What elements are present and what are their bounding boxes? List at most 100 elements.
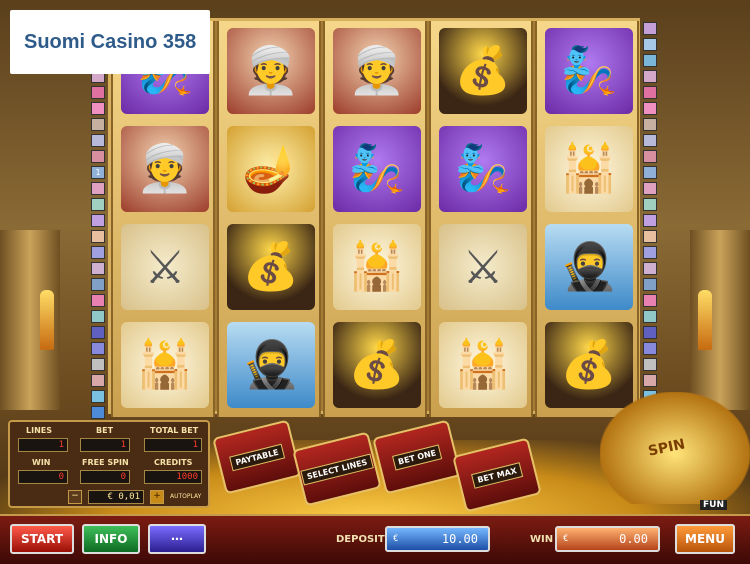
autoplay-button[interactable]: AUTOPLAY <box>170 493 201 500</box>
menu-button[interactable]: MENU <box>675 524 735 554</box>
site-badge: Suomi Casino 358 <box>10 10 210 74</box>
payline-indicator[interactable] <box>643 214 657 227</box>
payline-indicator[interactable] <box>643 262 657 275</box>
reel-cell: 👳 <box>329 23 425 118</box>
credits-value: 1000 <box>144 470 202 484</box>
reel-cell: 🕌 <box>117 317 213 412</box>
payline-indicator[interactable] <box>91 358 105 371</box>
payline-indicator[interactable] <box>643 198 657 211</box>
bet-label: BET <box>96 426 114 435</box>
payline-indicators-left[interactable]: 1 <box>91 22 105 422</box>
bet-one-label: BET ONE <box>391 443 443 471</box>
bottom-win-label: WIN <box>530 534 554 545</box>
gold-symbol-icon: 💰 <box>227 223 315 310</box>
payline-indicator[interactable] <box>91 246 105 259</box>
reel-cell: 🥷 <box>541 219 637 314</box>
gold-symbol-icon: 💰 <box>439 27 527 114</box>
payline-indicator[interactable] <box>91 118 105 131</box>
payline-indicator[interactable] <box>91 102 105 115</box>
payline-indicator[interactable] <box>91 150 105 163</box>
payline-indicator[interactable] <box>643 358 657 371</box>
payline-indicators-right[interactable] <box>643 22 657 422</box>
payline-indicator[interactable] <box>91 262 105 275</box>
lines-label: LINES <box>26 426 52 435</box>
payline-indicator[interactable] <box>91 198 105 211</box>
payline-indicator[interactable] <box>643 38 657 51</box>
paytable-label: PAYTABLE <box>228 443 286 471</box>
payline-indicator[interactable] <box>91 406 105 419</box>
payline-indicator[interactable] <box>91 390 105 403</box>
lines-menu-button[interactable]: ⋯ <box>148 524 206 554</box>
bet-info-panel: LINES 1 BET 1 TOTAL BET 1 WIN 0 FREE SPI… <box>8 420 210 508</box>
payline-indicator[interactable] <box>643 326 657 339</box>
total-bet-value: 1 <box>144 438 202 452</box>
payline-indicator[interactable] <box>91 230 105 243</box>
coin-plus-button[interactable]: + <box>150 490 164 504</box>
palace-symbol-icon: 🕌 <box>333 223 421 310</box>
reel-area: 🧞👳⚔🕌👳🪔💰🥷👳🧞🕌💰💰🧞⚔🕌🧞🕌🥷💰 <box>108 18 640 417</box>
bottom-win-value: 0.00 <box>619 532 648 546</box>
payline-indicator[interactable] <box>643 230 657 243</box>
payline-indicator[interactable] <box>91 278 105 291</box>
win-currency: € <box>563 534 569 544</box>
payline-indicator[interactable] <box>91 374 105 387</box>
payline-indicator[interactable]: 1 <box>91 166 105 179</box>
payline-indicator[interactable] <box>91 326 105 339</box>
reel-cell: 👳 <box>117 121 213 216</box>
payline-indicator[interactable] <box>643 278 657 291</box>
payline-indicator[interactable] <box>91 134 105 147</box>
sultan-symbol-icon: 👳 <box>121 125 209 212</box>
payline-indicator[interactable] <box>643 102 657 115</box>
payline-indicator[interactable] <box>643 150 657 163</box>
payline-indicator[interactable] <box>91 310 105 323</box>
payline-indicator[interactable] <box>643 70 657 83</box>
reel-cell: 👳 <box>223 23 319 118</box>
reel-3: 👳 🧞 🕌 💰 <box>323 21 427 417</box>
payline-indicator[interactable] <box>643 22 657 35</box>
swords-symbol-icon: ⚔ <box>121 223 209 310</box>
payline-indicator[interactable] <box>643 342 657 355</box>
right-torch-icon <box>698 290 712 350</box>
payline-indicator[interactable] <box>643 310 657 323</box>
reel-cell: ⚔ <box>435 219 531 314</box>
coin-value: € 0,01 <box>88 490 144 504</box>
free-spin-label: FREE SPIN <box>82 458 129 467</box>
credits-label: CREDITS <box>154 458 193 467</box>
game-stage: 1 🧞👳⚔🕌👳🪔💰🥷👳🧞🕌💰💰🧞⚔🕌🧞🕌🥷💰 Suomi Casino 358 … <box>0 0 750 564</box>
payline-indicator[interactable] <box>643 166 657 179</box>
payline-indicator[interactable] <box>91 86 105 99</box>
payline-indicator[interactable] <box>643 134 657 147</box>
payline-indicator[interactable] <box>643 118 657 131</box>
reel-cell: 🧞 <box>329 121 425 216</box>
payline-indicator[interactable] <box>91 294 105 307</box>
lines-value: 1 <box>18 438 68 452</box>
win-display: € 0.00 <box>555 526 660 552</box>
payline-indicator[interactable] <box>91 182 105 195</box>
free-spin-value: 0 <box>80 470 130 484</box>
reel-4: 💰 🧞 ⚔ 🕌 <box>429 21 533 417</box>
reel-cell: 🕌 <box>435 317 531 412</box>
reel-1: 🧞👳⚔🕌 <box>111 21 215 417</box>
reel-cell: 💰 <box>223 219 319 314</box>
reel-cell: 💰 <box>329 317 425 412</box>
payline-indicator[interactable] <box>643 86 657 99</box>
spin-lamp-button[interactable]: SPIN <box>600 392 750 504</box>
start-button[interactable]: START <box>10 524 74 554</box>
payline-indicator[interactable] <box>643 182 657 195</box>
payline-indicator[interactable] <box>91 214 105 227</box>
info-button[interactable]: INFO <box>82 524 140 554</box>
swords-symbol-icon: ⚔ <box>439 223 527 310</box>
deposit-currency: € <box>393 534 399 544</box>
reel-2: 👳 🪔 💰 🥷 <box>217 21 321 417</box>
win-value: 0 <box>18 470 68 484</box>
sultan-symbol-icon: 👳 <box>333 27 421 114</box>
palace-symbol-icon: 🕌 <box>545 125 633 212</box>
payline-indicator[interactable] <box>643 54 657 67</box>
payline-indicator[interactable] <box>643 246 657 259</box>
coin-minus-button[interactable]: − <box>68 490 82 504</box>
deposit-display: € 10.00 <box>385 526 490 552</box>
payline-indicator[interactable] <box>91 342 105 355</box>
payline-indicator[interactable] <box>643 294 657 307</box>
palace-symbol-icon: 🕌 <box>439 321 527 408</box>
payline-indicator[interactable] <box>643 374 657 387</box>
